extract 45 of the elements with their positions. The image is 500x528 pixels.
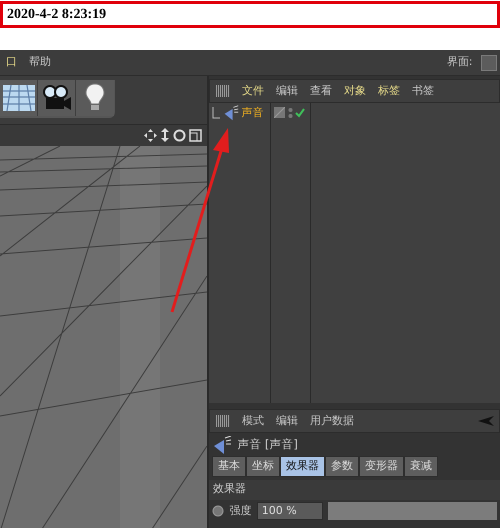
keyframe-icon[interactable] [212, 505, 224, 518]
menu-item[interactable]: 标签 [372, 82, 406, 99]
object-name[interactable]: 声音 [241, 104, 264, 121]
tab[interactable]: 参数 [324, 456, 359, 477]
layout-dropdown[interactable] [481, 54, 498, 70]
layer-icon[interactable] [274, 107, 285, 118]
menu-item[interactable]: 书签 [406, 82, 440, 99]
visibility-dots-icon[interactable] [288, 106, 292, 119]
panel-grip-icon[interactable] [216, 414, 230, 427]
slider-track[interactable] [328, 502, 498, 520]
input-field[interactable]: 100 % [256, 502, 323, 520]
floor-grid-icon [2, 83, 34, 113]
timestamp: 2020-4-2 8:23:19 [7, 6, 106, 24]
toolbar-button[interactable] [38, 80, 76, 116]
menu-item[interactable]: 用户数据 [304, 412, 360, 429]
section-header: 效果器 [213, 481, 246, 498]
menu-item[interactable]: 对象 [338, 82, 372, 99]
menu-item[interactable]: 口 [0, 54, 23, 71]
speaker-icon [212, 436, 232, 454]
menu-item[interactable]: 查看 [304, 82, 338, 99]
tab[interactable]: 基本 [212, 456, 246, 477]
menu-item[interactable]: 编辑 [270, 412, 304, 429]
tab[interactable]: 坐标 [246, 456, 280, 477]
toolbar-button[interactable] [0, 80, 38, 116]
light-bulb-icon [84, 83, 106, 113]
camera-icon [42, 84, 72, 112]
tab[interactable]: 效果器 [280, 456, 325, 477]
menu-item[interactable]: 编辑 [270, 82, 304, 99]
tab[interactable]: 变形器 [358, 456, 404, 477]
field-label: 强度 [229, 503, 252, 519]
tree-line-icon [212, 106, 220, 119]
rotate-icon[interactable] [172, 128, 186, 142]
check-icon[interactable] [295, 108, 306, 118]
up-down-arrow-icon[interactable] [160, 128, 170, 142]
menu-item[interactable]: 文件 [236, 82, 270, 99]
toolbar-button[interactable] [76, 80, 114, 116]
menu-item[interactable]: 模式 [236, 412, 270, 429]
panel-grip-icon[interactable] [216, 84, 230, 97]
maximize-icon[interactable] [188, 128, 202, 142]
move-icon[interactable] [144, 128, 158, 142]
tab[interactable]: 衰减 [404, 456, 438, 477]
menu-item[interactable]: 帮助 [23, 54, 57, 71]
object-title: 声音 [声音] [237, 436, 298, 453]
speaker-icon [222, 104, 238, 121]
layout-label: 界面: [446, 54, 474, 70]
